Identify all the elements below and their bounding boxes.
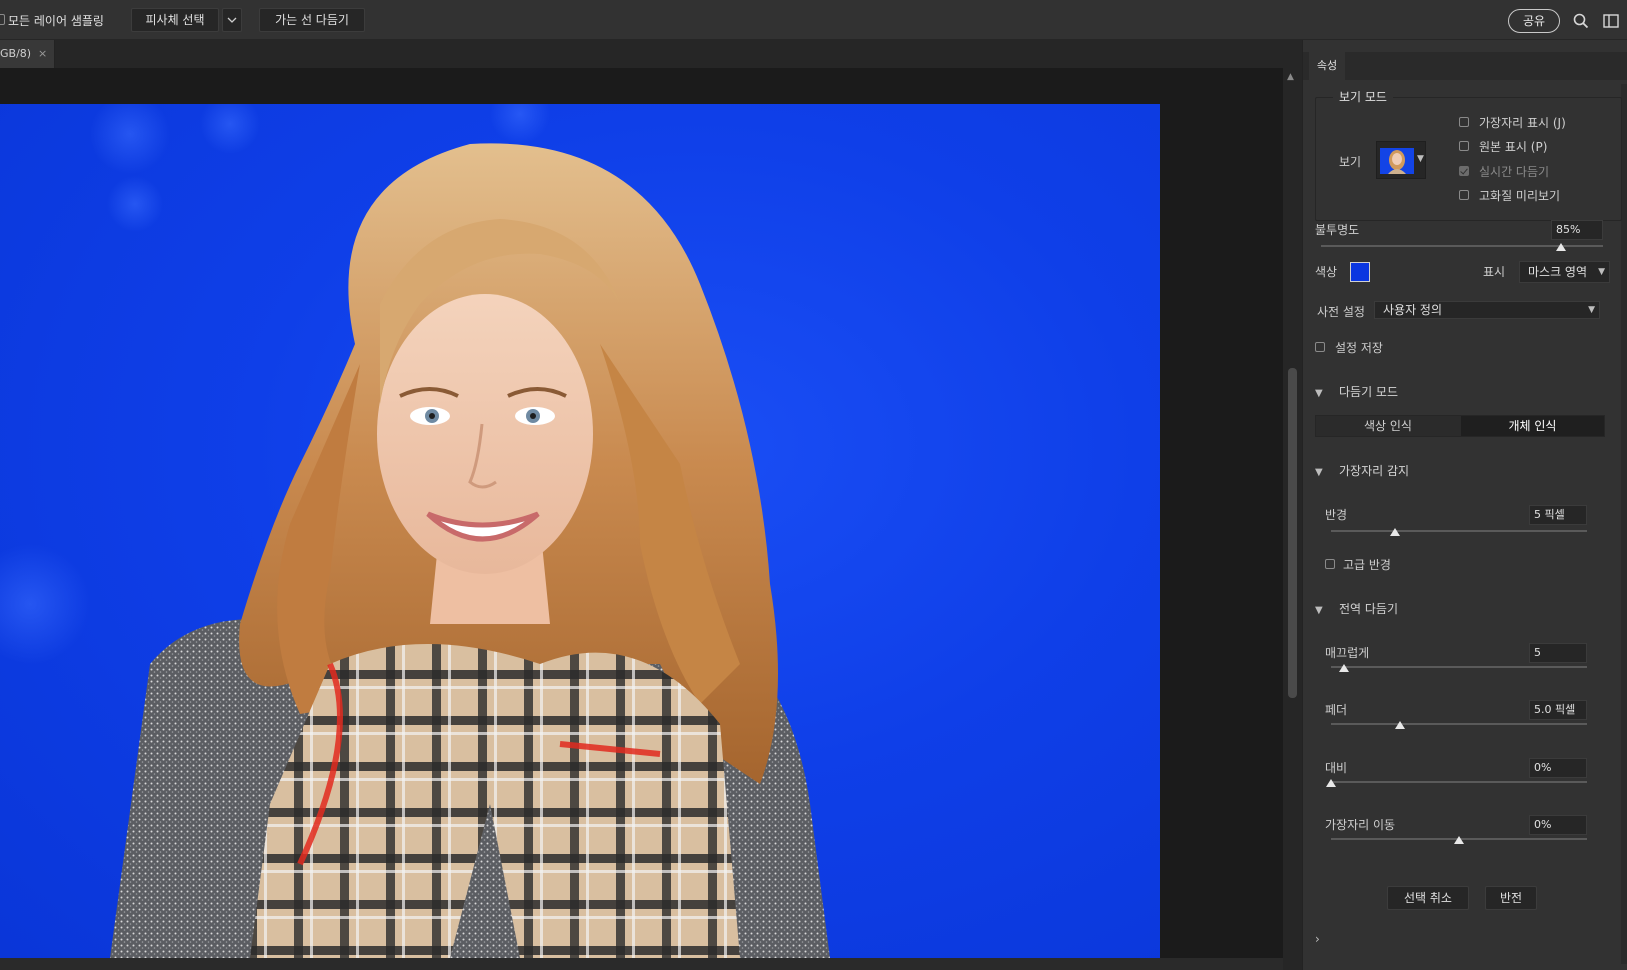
clear-selection-button[interactable]: 선택 취소 — [1387, 886, 1469, 910]
view-mode-picker[interactable]: ▼ — [1376, 141, 1426, 179]
opacity-slider-knob[interactable] — [1555, 243, 1566, 251]
canvas-image[interactable] — [0, 104, 1160, 958]
show-original-checkbox[interactable] — [1459, 141, 1469, 151]
opacity-input[interactable]: 85% — [1551, 220, 1603, 240]
output-settings-chevron-icon[interactable]: › — [1315, 932, 1320, 946]
feather-label: 페더 — [1325, 703, 1348, 717]
panel-tab-bar: 속성 — [1303, 52, 1627, 80]
feather-input[interactable]: 5.0 픽셀 — [1529, 700, 1587, 720]
options-bar: 모든 레이어 샘플링 피사체 선택 가는 선 다듬기 공유 — [0, 0, 1627, 40]
contrast-input[interactable]: 0% — [1529, 758, 1587, 778]
global-refinements-header[interactable]: ▼ 전역 다듬기 — [1315, 600, 1398, 617]
share-button[interactable]: 공유 — [1508, 9, 1560, 33]
chevron-down-icon: ▼ — [1598, 267, 1605, 277]
remember-settings-label: 설정 저장 — [1335, 341, 1383, 355]
canvas-bottom-bar — [0, 958, 1283, 970]
view-mode-legend: 보기 모드 — [1333, 88, 1393, 105]
contrast-slider-knob[interactable] — [1326, 779, 1336, 787]
show-original-label: 원본 표시 (P) — [1479, 140, 1548, 154]
edge-detection-title: 가장자리 감지 — [1339, 464, 1410, 478]
refine-hair-button[interactable]: 가는 선 다듬기 — [259, 8, 365, 32]
shift-edge-slider-knob[interactable] — [1454, 836, 1464, 844]
refine-mode-segmented: 색상 인식 개체 인식 — [1315, 415, 1605, 437]
smooth-slider-knob[interactable] — [1338, 664, 1349, 672]
view-thumbnail — [1380, 148, 1414, 174]
realtime-refine-label: 실시간 다듬기 — [1479, 165, 1550, 179]
radius-input[interactable]: 5 픽셀 — [1529, 505, 1587, 525]
shift-edge-input[interactable]: 0% — [1529, 815, 1587, 835]
select-subject-dropdown[interactable] — [222, 8, 242, 32]
preset-select-value: 사용자 정의 — [1383, 303, 1443, 317]
feather-slider-track[interactable] — [1331, 723, 1587, 725]
display-select[interactable]: 마스크 영역 ▼ — [1519, 261, 1610, 283]
smart-radius-label: 고급 반경 — [1343, 558, 1391, 572]
chevron-down-icon: ▼ — [1588, 305, 1595, 315]
invert-button[interactable]: 반전 — [1485, 886, 1537, 910]
show-edge-label: 가장자리 표시 (J) — [1479, 116, 1566, 130]
high-quality-preview-checkbox[interactable] — [1459, 190, 1469, 200]
object-aware-button[interactable]: 개체 인식 — [1461, 416, 1604, 436]
high-quality-preview-label: 고화질 미리보기 — [1479, 189, 1561, 203]
sample-all-layers-checkbox[interactable] — [0, 14, 5, 25]
select-subject-button[interactable]: 피사체 선택 — [131, 8, 219, 32]
color-label: 색상 — [1315, 265, 1338, 279]
refine-mode-title: 다듬기 모드 — [1339, 385, 1399, 399]
scroll-up-icon[interactable]: ▲ — [1287, 72, 1294, 82]
realtime-refine-checkbox[interactable] — [1459, 166, 1469, 176]
preset-label: 사전 설정 — [1317, 305, 1365, 319]
remember-settings-checkbox[interactable] — [1315, 342, 1325, 352]
chevron-down-icon: ▼ — [1315, 467, 1323, 478]
chevron-down-icon — [227, 17, 237, 23]
feather-slider-knob[interactable] — [1395, 721, 1406, 729]
smooth-label: 매끄럽게 — [1325, 646, 1370, 660]
sample-all-layers-label: 모든 레이어 샘플링 — [8, 14, 104, 28]
properties-panel: 속성 보기 모드 보기 ▼ 가장자리 표시 (J) 원본 표시 (P) 실시간 … — [1302, 40, 1627, 970]
chevron-down-icon: ▼ — [1417, 154, 1424, 164]
view-label: 보기 — [1339, 155, 1362, 169]
preset-select[interactable]: 사용자 정의 ▼ — [1374, 301, 1600, 319]
radius-slider-knob[interactable] — [1390, 528, 1400, 536]
workspace-icon[interactable] — [1602, 12, 1620, 30]
display-select-value: 마스크 영역 — [1528, 265, 1588, 279]
contrast-label: 대비 — [1325, 761, 1348, 775]
close-icon[interactable]: × — [38, 40, 47, 68]
document-tab-bar: GB/8) × — [0, 40, 1302, 68]
canvas-area[interactable] — [0, 68, 1283, 970]
display-label: 표시 — [1483, 265, 1506, 279]
smart-radius-checkbox[interactable] — [1325, 559, 1335, 569]
chevron-down-icon: ▼ — [1315, 388, 1323, 399]
color-aware-button[interactable]: 색상 인식 — [1316, 416, 1460, 436]
show-edge-checkbox[interactable] — [1459, 117, 1469, 127]
radius-label: 반경 — [1325, 508, 1348, 522]
opacity-label: 불투명도 — [1315, 223, 1360, 237]
portrait-photo — [0, 104, 830, 958]
smooth-input[interactable]: 5 — [1529, 643, 1587, 663]
shift-edge-label: 가장자리 이동 — [1325, 818, 1396, 832]
refine-mode-header[interactable]: ▼ 다듬기 모드 — [1315, 383, 1398, 400]
scrollbar-thumb[interactable] — [1288, 368, 1297, 698]
document-tab-title: GB/8) — [0, 47, 32, 60]
global-refinements-title: 전역 다듬기 — [1339, 602, 1399, 616]
contrast-slider-track[interactable] — [1331, 781, 1587, 783]
search-icon[interactable] — [1572, 12, 1590, 30]
radius-slider-track[interactable] — [1331, 530, 1587, 532]
color-swatch[interactable] — [1350, 262, 1370, 282]
tab-properties[interactable]: 속성 — [1309, 52, 1345, 80]
smooth-slider-track[interactable] — [1331, 666, 1587, 668]
edge-detection-header[interactable]: ▼ 가장자리 감지 — [1315, 462, 1409, 479]
document-tab[interactable]: GB/8) × — [0, 40, 55, 68]
chevron-down-icon: ▼ — [1315, 605, 1323, 616]
canvas-vertical-scrollbar[interactable]: ▲ — [1283, 68, 1302, 970]
